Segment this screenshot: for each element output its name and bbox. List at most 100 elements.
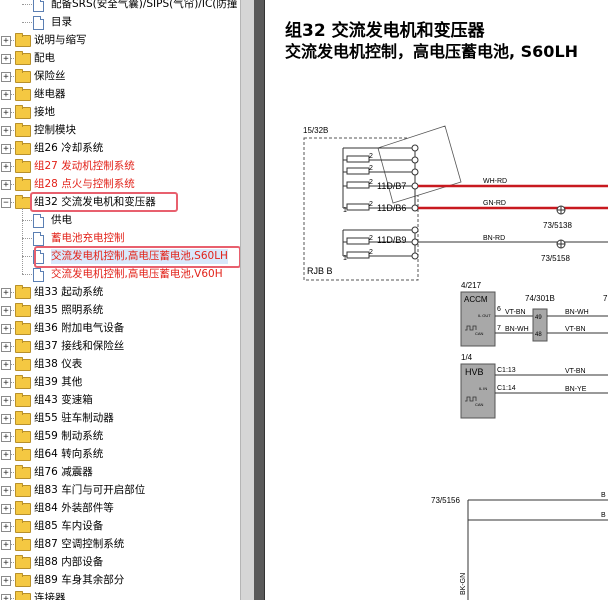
expand-toggle[interactable]: + bbox=[1, 504, 11, 514]
tree-connector bbox=[11, 436, 14, 437]
highlight-box-group32 bbox=[30, 192, 178, 212]
tree-document-item[interactable]: 供电 bbox=[0, 212, 240, 230]
expand-toggle[interactable]: + bbox=[1, 450, 11, 460]
splice-label-5138: 73/5138 bbox=[543, 221, 572, 230]
connector-label-b9: 11D/B9 bbox=[377, 235, 406, 245]
tree-folder-item[interactable]: + 组87 空调控制系统 bbox=[0, 536, 240, 554]
expand-toggle[interactable]: + bbox=[1, 378, 11, 388]
tree-folder-item[interactable]: + 接地 bbox=[0, 104, 240, 122]
folder-icon bbox=[15, 537, 31, 551]
accm-name: ACCM bbox=[464, 295, 488, 304]
tree-item-label: 供电 bbox=[51, 214, 72, 226]
tree-folder-item[interactable]: + 组27 发动机控制系统 bbox=[0, 158, 240, 176]
accm-module: 4/217 ACCM IL OUT CAN 6 7 VT-BN BN-WH 74… bbox=[460, 281, 608, 347]
folder-icon bbox=[15, 555, 31, 569]
rjb-fuse-box: 15/32B RJB B 2 2 2 2 1 11D/B7 11D/B6 2 2… bbox=[303, 125, 462, 281]
tree-connector bbox=[22, 274, 32, 275]
tree-connector bbox=[11, 166, 14, 167]
folder-icon bbox=[15, 447, 31, 461]
tree-branch-line bbox=[22, 208, 23, 274]
expand-toggle[interactable]: + bbox=[1, 414, 11, 424]
tree-item-label: 组76 减震器 bbox=[34, 466, 93, 478]
wire-bundle: WH-RD GN-RD BN-RD 73/5138 73/5158 bbox=[418, 178, 608, 263]
expand-toggle[interactable]: + bbox=[1, 180, 11, 190]
wire-color-label: BK-GN bbox=[460, 573, 467, 595]
expand-toggle[interactable]: + bbox=[1, 54, 11, 64]
expand-toggle[interactable]: + bbox=[1, 90, 11, 100]
tree-connector bbox=[11, 40, 14, 41]
tree-folder-item[interactable]: + 组83 车门与可开启部位 bbox=[0, 482, 240, 500]
expand-toggle[interactable]: + bbox=[1, 288, 11, 298]
tree-folder-item[interactable]: + 组38 仪表 bbox=[0, 356, 240, 374]
tree-item-label: 组37 接线和保险丝 bbox=[34, 340, 125, 352]
tree-item-label: 目录 bbox=[51, 16, 72, 28]
tree-connector bbox=[11, 202, 14, 203]
expand-toggle[interactable]: + bbox=[1, 540, 11, 550]
expand-toggle[interactable]: + bbox=[1, 36, 11, 46]
folder-icon bbox=[15, 591, 31, 600]
tree-document-item[interactable]: 交流发电机控制,高电压蓄电池,V60H bbox=[0, 266, 240, 284]
tree-folder-item[interactable]: + 组36 附加电气设备 bbox=[0, 320, 240, 338]
pin-label: 7 bbox=[497, 325, 501, 332]
expand-toggle[interactable]: + bbox=[1, 576, 11, 586]
tree-folder-item[interactable]: + 组35 照明系统 bbox=[0, 302, 240, 320]
tree-folder-item[interactable]: + 组88 内部设备 bbox=[0, 554, 240, 572]
expand-toggle[interactable]: + bbox=[1, 522, 11, 532]
tree-folder-item[interactable]: + 连接器 bbox=[0, 590, 240, 600]
wire-color-label: GN-RD bbox=[483, 200, 506, 207]
tree-folder-item[interactable]: + 组33 起动系统 bbox=[0, 284, 240, 302]
tree-folder-item[interactable]: + 配电 bbox=[0, 50, 240, 68]
tree-connector bbox=[11, 508, 14, 509]
pin-label: 49 bbox=[535, 315, 542, 321]
collapse-toggle[interactable]: − bbox=[1, 198, 11, 208]
tree-folder-item[interactable]: + 组59 制动系统 bbox=[0, 428, 240, 446]
document-scrollbar[interactable] bbox=[254, 0, 264, 600]
expand-toggle[interactable]: + bbox=[1, 360, 11, 370]
pin-label: 6 bbox=[497, 306, 501, 313]
expand-toggle[interactable]: + bbox=[1, 594, 11, 600]
expand-toggle[interactable]: + bbox=[1, 126, 11, 136]
tree-folder-item[interactable]: + 组39 其他 bbox=[0, 374, 240, 392]
tree-folder-item[interactable]: + 组84 外装部件等 bbox=[0, 500, 240, 518]
wire-color-label: WH-RD bbox=[483, 178, 507, 185]
expand-toggle[interactable]: + bbox=[1, 306, 11, 316]
expand-toggle[interactable]: + bbox=[1, 108, 11, 118]
expand-toggle[interactable]: + bbox=[1, 432, 11, 442]
tree-connector bbox=[11, 58, 14, 59]
tree-item-label: 组35 照明系统 bbox=[34, 304, 104, 316]
expand-toggle[interactable]: + bbox=[1, 486, 11, 496]
document-icon bbox=[33, 268, 44, 282]
expand-toggle[interactable]: + bbox=[1, 342, 11, 352]
expand-toggle[interactable]: + bbox=[1, 72, 11, 82]
expand-toggle[interactable]: + bbox=[1, 324, 11, 334]
tree-folder-item[interactable]: + 继电器 bbox=[0, 86, 240, 104]
tree-folder-item[interactable]: + 控制模块 bbox=[0, 122, 240, 140]
panel-splitter[interactable] bbox=[240, 0, 255, 600]
tree-folder-item[interactable]: + 组43 变速箱 bbox=[0, 392, 240, 410]
expand-toggle[interactable]: + bbox=[1, 396, 11, 406]
expand-toggle[interactable]: + bbox=[1, 468, 11, 478]
tree-folder-item[interactable]: + 组26 冷却系统 bbox=[0, 140, 240, 158]
tree-folder-item[interactable]: + 说明与缩写 bbox=[0, 32, 240, 50]
tree-item-label: 组36 附加电气设备 bbox=[34, 322, 125, 334]
expand-toggle[interactable]: + bbox=[1, 144, 11, 154]
tree-folder-item[interactable]: + 组76 减震器 bbox=[0, 464, 240, 482]
folder-icon bbox=[15, 33, 31, 47]
tree-folder-item[interactable]: + 组85 车内设备 bbox=[0, 518, 240, 536]
expand-toggle[interactable]: + bbox=[1, 162, 11, 172]
tree-document-item[interactable]: 目录 bbox=[0, 14, 240, 32]
tree-folder-item[interactable]: + 组55 驻车制动器 bbox=[0, 410, 240, 428]
expand-toggle[interactable]: + bbox=[1, 558, 11, 568]
tree-connector bbox=[11, 292, 14, 293]
rjb-ref-label: 15/32B bbox=[303, 126, 328, 135]
tree-item-label: 连接器 bbox=[34, 592, 66, 600]
tree-connector bbox=[11, 184, 14, 185]
folder-icon bbox=[15, 303, 31, 317]
tree-document-item[interactable]: 配备SRS(安全气囊)/SIPS(气帘)/IC(防撞 bbox=[0, 0, 240, 14]
tree-folder-item[interactable]: + 保险丝 bbox=[0, 68, 240, 86]
tree-folder-item[interactable]: + 组64 转向系统 bbox=[0, 446, 240, 464]
pin-label: 2 bbox=[369, 235, 373, 242]
tree-folder-item[interactable]: + 组89 车身其余部分 bbox=[0, 572, 240, 590]
tree-folder-item[interactable]: + 组37 接线和保险丝 bbox=[0, 338, 240, 356]
tree-connector bbox=[22, 220, 32, 221]
